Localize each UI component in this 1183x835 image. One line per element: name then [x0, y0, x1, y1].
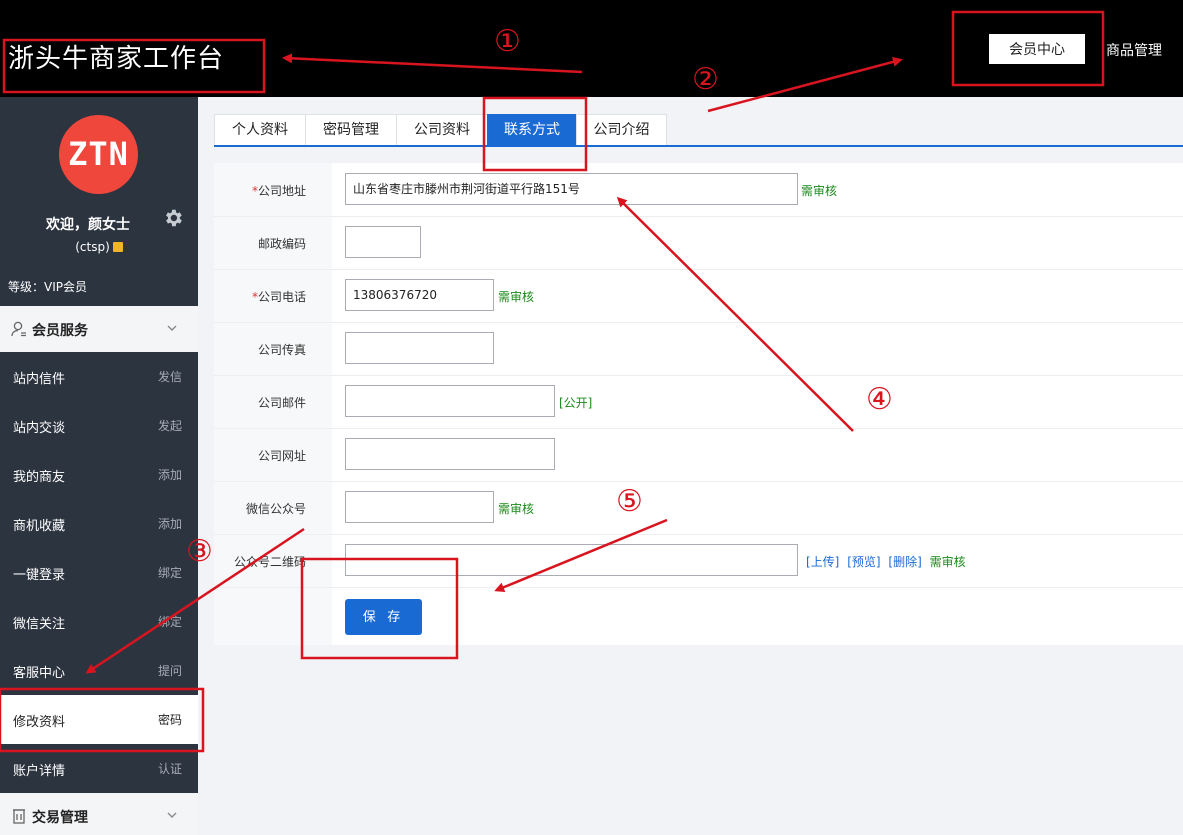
email-label: 公司邮件: [257, 396, 306, 410]
save-button[interactable]: 保 存: [345, 599, 422, 635]
qr-input[interactable]: [345, 544, 798, 576]
wechat-review-note: 需审核: [498, 502, 535, 516]
qr-preview-link[interactable]: [预览]: [847, 555, 880, 569]
tab-company-intro[interactable]: 公司介绍: [576, 114, 667, 146]
wechat-label: 微信公众号: [245, 502, 306, 516]
fax-input[interactable]: [345, 332, 494, 364]
qr-label: 公众号二维码: [233, 555, 306, 569]
sidebar: ZTN 欢迎，颜女士 (ctsp) 等级：VIP会员 会员服务 站内信件 发信 …: [0, 97, 198, 835]
fax-label: 公司传真: [257, 343, 306, 357]
address-input[interactable]: 山东省枣庄市滕州市荆河街道平行路151号: [345, 173, 798, 205]
menu-label: 客服中心: [13, 666, 66, 681]
email-public-toggle[interactable]: [公开]: [559, 394, 592, 411]
tab-personal-info[interactable]: 个人资料: [214, 114, 306, 146]
website-label: 公司网址: [257, 449, 306, 463]
address-review-note: 需审核: [801, 184, 838, 198]
username-text: (ctsp): [75, 240, 110, 254]
menu-action[interactable]: 密码: [158, 711, 182, 728]
sidebar-item-chat[interactable]: 站内交谈 发起: [0, 401, 198, 450]
label-text: 公司地址: [257, 184, 306, 198]
qr-delete-link[interactable]: [删除]: [888, 555, 921, 569]
zip-label: 邮政编码: [257, 237, 306, 251]
menu-action[interactable]: 添加: [158, 515, 182, 532]
sidebar-item-oneclick-login[interactable]: 一键登录 绑定: [0, 548, 198, 597]
menu-label: 账户详情: [13, 764, 66, 779]
tab-contact[interactable]: 联系方式: [487, 114, 577, 146]
annotation-number: ①: [494, 24, 521, 59]
row-divider: [214, 428, 1183, 429]
menu-label: 微信关注: [13, 617, 66, 632]
id-card-icon[interactable]: [112, 242, 123, 252]
menu-label: 一键登录: [13, 568, 66, 583]
chevron-down-icon: [167, 812, 177, 818]
menu-action[interactable]: 认证: [158, 760, 182, 777]
phone-review-note: 需审核: [498, 290, 535, 304]
tab-underline: [214, 145, 1183, 147]
row-divider: [214, 269, 1183, 270]
member-center-button[interactable]: 会员中心: [989, 34, 1085, 64]
menu-action[interactable]: 提问: [158, 662, 182, 679]
chevron-down-icon: [167, 325, 177, 331]
avatar[interactable]: ZTN: [59, 115, 138, 194]
top-header: 浙头牛商家工作台 会员中心 商品管理: [0, 0, 1183, 97]
menu-action[interactable]: 发信: [158, 368, 182, 385]
row-divider: [214, 375, 1183, 376]
menu-label: 修改资料: [13, 715, 66, 730]
row-divider: [214, 481, 1183, 482]
username: (ctsp): [0, 240, 198, 254]
sidebar-item-edit-profile[interactable]: 修改资料 密码: [0, 695, 198, 744]
phone-label: *公司电话: [214, 288, 306, 305]
wechat-input[interactable]: [345, 491, 494, 523]
qr-review-note: 需审核: [929, 555, 966, 569]
trash-bin-icon: [13, 809, 25, 824]
phone-input[interactable]: 13806376720: [345, 279, 494, 311]
menu-action[interactable]: 绑定: [158, 613, 182, 630]
welcome-text: 欢迎，颜女士: [46, 217, 130, 233]
label-text: 公司电话: [257, 290, 306, 304]
gear-icon[interactable]: [162, 207, 184, 229]
row-divider: [214, 216, 1183, 217]
annotation-number: ④: [866, 382, 893, 417]
tab-password[interactable]: 密码管理: [305, 114, 397, 146]
menu-action[interactable]: 绑定: [158, 564, 182, 581]
row-divider: [214, 534, 1183, 535]
menu-label: 站内交谈: [13, 421, 66, 436]
sidebar-item-inbox[interactable]: 站内信件 发信: [0, 352, 198, 401]
section-label: 会员服务: [32, 323, 88, 339]
qr-upload-link[interactable]: [上传]: [806, 555, 839, 569]
row-divider: [214, 322, 1183, 323]
address-label: *公司地址: [214, 182, 306, 199]
website-input[interactable]: [345, 438, 555, 470]
sidebar-item-friends[interactable]: 我的商友 添加: [0, 450, 198, 499]
sidebar-item-wechat-follow[interactable]: 微信关注 绑定: [0, 597, 198, 646]
sidebar-item-service-center[interactable]: 客服中心 提问: [0, 646, 198, 695]
tab-company-info[interactable]: 公司资料: [396, 114, 488, 146]
site-title: 浙头牛商家工作台: [8, 44, 225, 74]
annotation-number: ③: [186, 534, 213, 569]
menu-label: 商机收藏: [13, 519, 66, 534]
zip-input[interactable]: [345, 226, 421, 258]
annotation-number: ⑤: [616, 484, 643, 519]
contact-form: *公司地址 山东省枣庄市滕州市荆河街道平行路151号 需审核 邮政编码 *公司电…: [214, 163, 1183, 645]
menu-label: 站内信件: [13, 372, 66, 387]
main-content: 个人资料 密码管理 公司资料 联系方式 公司介绍 *公司地址 山东省枣庄市滕州市…: [198, 97, 1183, 835]
goods-manage-link[interactable]: 商品管理: [1106, 40, 1162, 60]
sidebar-item-account-detail[interactable]: 账户详情 认证: [0, 744, 198, 793]
row-divider: [214, 587, 1183, 588]
menu-action[interactable]: 添加: [158, 466, 182, 483]
qr-actions: [上传] [预览] [删除] 需审核: [806, 553, 966, 570]
sidebar-item-favorites[interactable]: 商机收藏 添加: [0, 499, 198, 548]
section-member-service[interactable]: 会员服务: [0, 306, 198, 352]
email-input[interactable]: [345, 385, 555, 417]
section-label: 交易管理: [32, 810, 88, 826]
member-level: 等级：VIP会员: [8, 280, 87, 294]
menu-label: 我的商友: [13, 470, 66, 485]
section-trade-management[interactable]: 交易管理: [0, 793, 198, 835]
annotation-number: ②: [692, 62, 719, 97]
user-icon: [11, 321, 26, 337]
menu-action[interactable]: 发起: [158, 417, 182, 434]
profile-panel: ZTN 欢迎，颜女士 (ctsp) 等级：VIP会员: [0, 97, 198, 306]
